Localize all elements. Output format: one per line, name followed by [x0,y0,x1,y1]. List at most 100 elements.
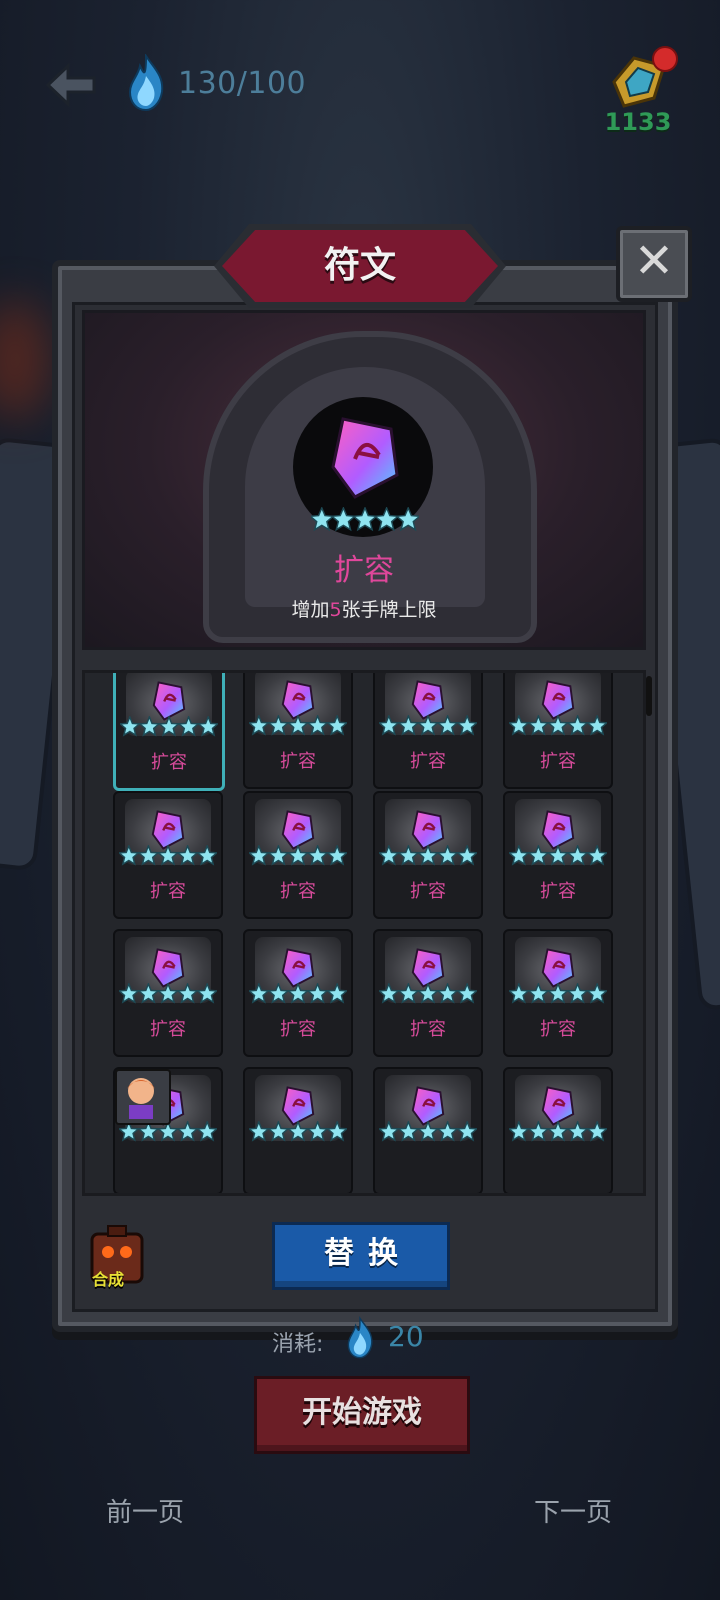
rune-card[interactable]: 扩容 [113,673,225,791]
star-icon [397,845,420,866]
rune-grid[interactable]: 扩容 扩容 扩容 扩容 扩容 扩容 扩容 扩容 扩容 扩容 扩容 扩容 [82,670,646,1196]
next-page-button[interactable]: 下一页 [534,1492,612,1529]
star-icon [416,715,440,736]
star-icon [585,715,607,736]
star-icon [397,1121,420,1142]
star-rating [311,507,419,532]
star-icon [416,983,440,1004]
star-icon [455,845,477,866]
star-icon [509,983,531,1004]
previous-page-button[interactable]: 前一页 [106,1492,184,1529]
star-icon [566,983,589,1004]
rune-card[interactable]: 扩容 [373,673,483,789]
star-rating [379,983,477,1004]
rune-card-label: 扩容 [540,1019,576,1040]
start-game-button[interactable]: 开始游戏 [254,1376,470,1454]
star-icon [249,845,271,866]
star-icon [527,983,550,1004]
rune-description: 增加5张手牌上限 [85,595,643,622]
swap-button[interactable]: 替换 [272,1222,450,1290]
star-icon [436,715,459,736]
star-icon [436,983,459,1004]
star-icon [585,983,607,1004]
star-icon [330,507,357,532]
star-icon [416,845,440,866]
rune-card-label: 扩容 [540,881,576,902]
blue-flame-icon [347,1316,373,1359]
star-icon [527,1121,550,1142]
star-icon [379,715,401,736]
start-game-label: 开始游戏 [302,1395,422,1430]
rune-card[interactable]: 扩容 [373,929,483,1057]
star-rating [249,1121,347,1142]
rune-card[interactable]: 扩容 [243,791,353,919]
star-icon [176,1121,199,1142]
star-icon [137,845,160,866]
rune-card[interactable] [373,1067,483,1193]
cost-label: 消耗: [272,1332,324,1357]
rune-gem-icon [331,417,399,499]
star-icon [306,845,329,866]
star-icon [566,845,589,866]
rune-card-label: 扩容 [540,751,576,772]
description-number: 5 [329,599,342,621]
back-button[interactable] [42,62,100,108]
rune-card[interactable]: 扩容 [113,791,223,919]
rune-card-label: 扩容 [150,1019,186,1040]
star-icon [119,983,141,1004]
star-rating [120,716,218,737]
close-button[interactable]: ✕ [616,226,692,302]
star-icon [546,715,570,736]
star-icon [195,845,217,866]
star-icon [306,983,329,1004]
coin-display[interactable]: 1133 [604,46,678,136]
star-icon [416,1121,440,1142]
star-icon [546,983,570,1004]
star-icon [455,1121,477,1142]
star-icon [351,507,379,532]
star-icon [394,507,419,532]
rune-card[interactable] [113,1067,223,1193]
star-icon [546,845,570,866]
rune-card[interactable]: 扩容 [243,929,353,1057]
rune-card[interactable]: 扩容 [503,929,613,1057]
star-icon [325,715,347,736]
rune-card-label: 扩容 [151,752,187,773]
star-icon [196,716,218,737]
rune-card[interactable] [243,1067,353,1193]
star-icon [177,716,200,737]
star-icon [325,983,347,1004]
star-rating [379,1121,477,1142]
panel-title: 符文 [323,245,396,286]
rune-card-label: 扩容 [280,1019,316,1040]
star-icon [436,845,459,866]
star-icon [195,983,217,1004]
rune-card[interactable]: 扩容 [113,929,223,1057]
rune-card[interactable]: 扩容 [243,673,353,789]
star-icon [267,983,290,1004]
star-icon [436,1121,459,1142]
star-icon [286,845,310,866]
rune-card[interactable]: 扩容 [373,791,483,919]
star-icon [306,1121,329,1142]
star-icon [286,983,310,1004]
grid-scrollbar[interactable] [646,676,652,716]
star-icon [455,983,477,1004]
star-icon [585,845,607,866]
star-icon [267,845,290,866]
star-icon [325,845,347,866]
merge-label: 合成 [92,1270,125,1289]
star-icon [311,507,336,532]
star-rating [379,845,477,866]
rune-card[interactable] [503,1067,613,1193]
blue-flame-icon [124,52,168,112]
star-rating [509,845,607,866]
rune-card[interactable]: 扩容 [503,791,613,919]
swap-label: 替换 [324,1236,412,1271]
star-icon [397,983,420,1004]
star-icon [509,845,531,866]
star-icon [527,715,550,736]
description-prefix: 增加 [291,599,330,621]
rune-card[interactable]: 扩容 [503,673,613,789]
close-icon: ✕ [633,233,675,289]
